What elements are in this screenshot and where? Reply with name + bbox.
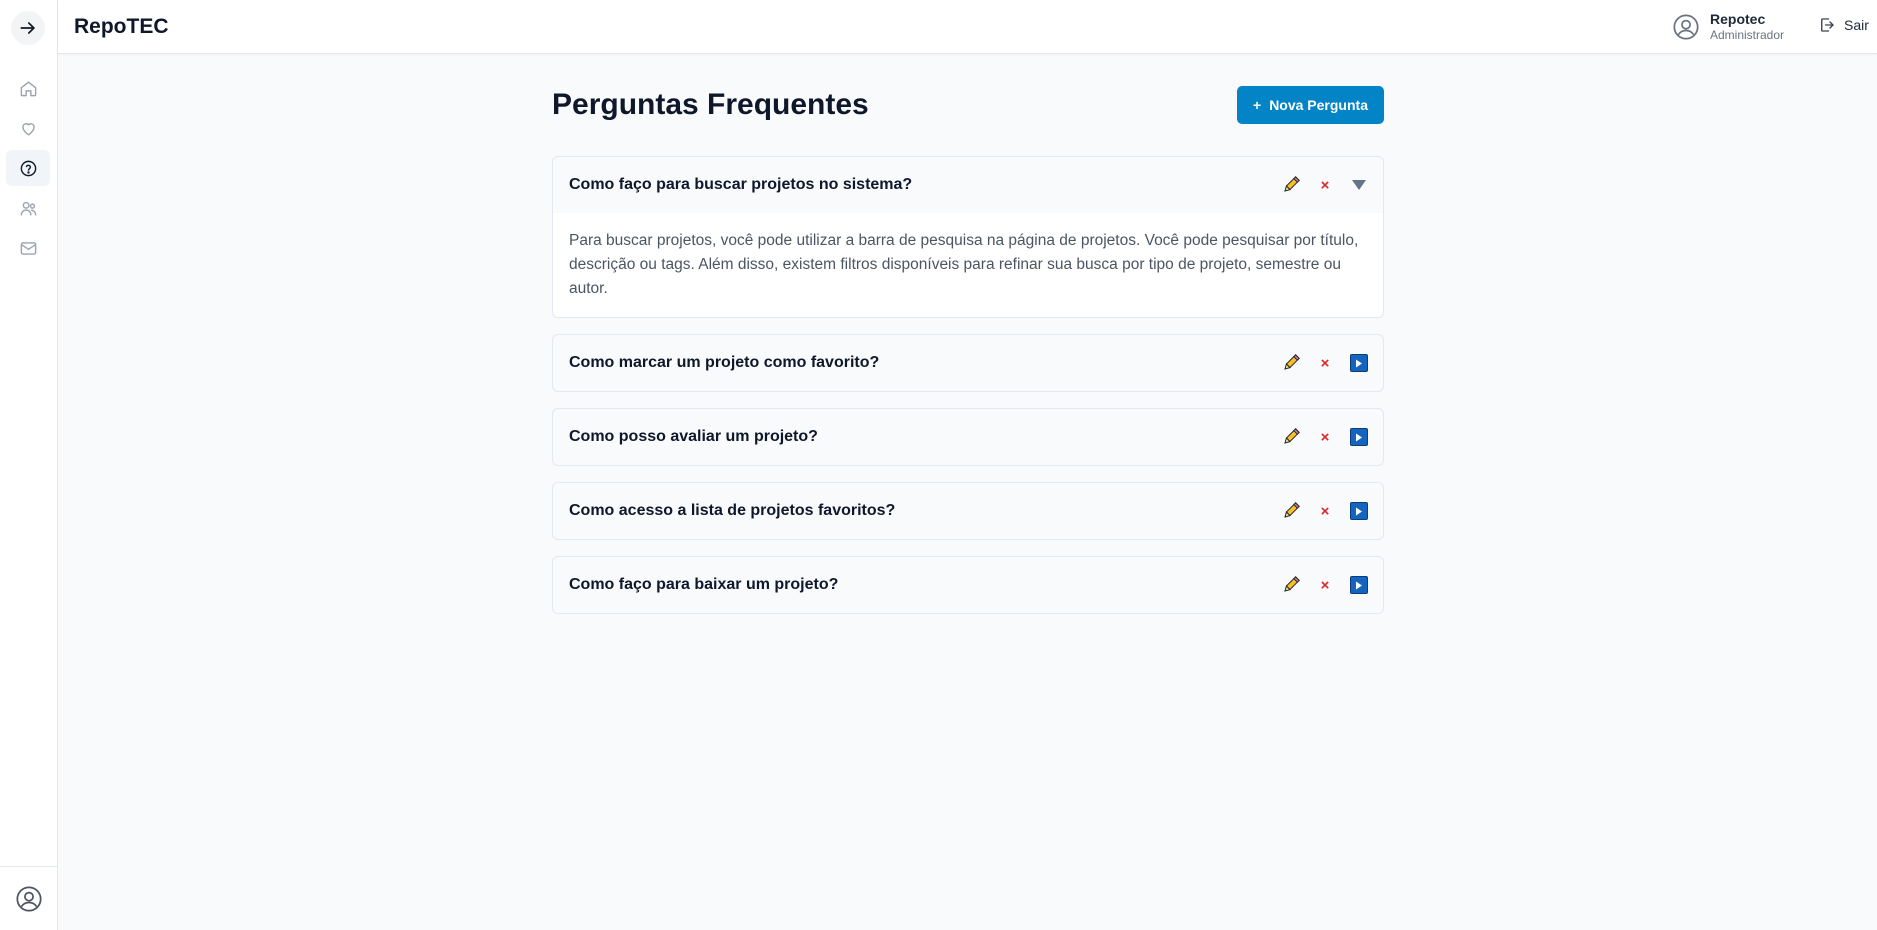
users-icon — [20, 201, 36, 216]
faq-item: Como acesso a lista de projetos favorito… — [552, 482, 1384, 540]
faq-question: Como posso avaliar um projeto? — [569, 428, 818, 445]
new-question-label: Nova Pergunta — [1269, 97, 1368, 113]
play-icon — [1350, 576, 1368, 594]
sidebar-divider — [0, 866, 58, 867]
faq-actions: × — [1281, 335, 1369, 391]
close-icon: × — [1320, 176, 1330, 194]
close-icon: × — [1320, 576, 1330, 594]
faq-actions: × — [1281, 557, 1369, 613]
mail-icon — [20, 241, 36, 255]
logout-label: Sair — [1844, 17, 1869, 33]
faq-header[interactable]: Como posso avaliar um projeto? × — [553, 409, 1383, 465]
close-icon: × — [1320, 428, 1330, 446]
delete-button[interactable]: × — [1315, 353, 1335, 373]
faq-question: Como faço para buscar projetos no sistem… — [569, 176, 913, 193]
user-circle-icon — [1673, 14, 1699, 40]
user-menu[interactable]: Repotec Administrador — [1672, 9, 1784, 45]
sidebar-toggle-button[interactable] — [11, 11, 45, 45]
faq-header[interactable]: Como marcar um projeto como favorito? × — [553, 335, 1383, 391]
delete-button[interactable]: × — [1315, 175, 1335, 195]
play-icon — [1350, 428, 1368, 446]
user-name: Repotec — [1710, 10, 1766, 27]
edit-button[interactable] — [1281, 501, 1301, 521]
top-header: RepoTEC Repotec Administrador Sair — [58, 0, 1877, 54]
delete-button[interactable]: × — [1315, 427, 1335, 447]
user-role: Administrador — [1710, 28, 1785, 43]
faq-item: Como posso avaliar um projeto? × — [552, 408, 1384, 466]
expand-toggle[interactable] — [1349, 501, 1369, 521]
plus-icon: + — [1253, 97, 1262, 113]
faq-item: Como faço para baixar um projeto? × — [552, 556, 1384, 614]
pencil-icon — [1284, 354, 1300, 370]
delete-button[interactable]: × — [1315, 501, 1335, 521]
logout-icon — [1821, 18, 1834, 32]
home-icon — [20, 80, 36, 96]
user-info: Repotec Administrador — [1710, 11, 1784, 44]
faq-question: Como marcar um projeto como favorito? — [569, 354, 880, 371]
brand-logo[interactable]: RepoTEC — [74, 15, 169, 39]
arrow-right-icon — [20, 22, 35, 34]
sidebar-item-messages[interactable] — [6, 230, 50, 266]
sidebar-item-users[interactable] — [6, 190, 50, 226]
faq-item: Como faço para buscar projetos no sistem… — [552, 156, 1384, 318]
delete-button[interactable]: × — [1315, 575, 1335, 595]
pencil-icon — [1284, 502, 1300, 518]
pencil-icon — [1284, 428, 1300, 444]
page-title: Perguntas Frequentes — [552, 88, 869, 121]
edit-button[interactable] — [1281, 175, 1301, 195]
sidebar-item-home[interactable] — [6, 70, 50, 106]
user-circle-icon — [16, 886, 42, 912]
sidebar-profile-button[interactable] — [14, 884, 44, 914]
faq-question: Como faço para baixar um projeto? — [569, 576, 839, 593]
close-icon: × — [1320, 354, 1330, 372]
expand-toggle[interactable] — [1349, 353, 1369, 373]
play-icon — [1350, 354, 1368, 372]
faq-header[interactable]: Como faço para buscar projetos no sistem… — [553, 157, 1383, 213]
sidebar-item-favorites[interactable] — [6, 110, 50, 146]
new-question-button[interactable]: + Nova Pergunta — [1237, 86, 1384, 124]
logout-button[interactable]: Sair — [1818, 16, 1869, 34]
faq-header[interactable]: Como faço para baixar um projeto? × — [553, 557, 1383, 613]
faq-item: Como marcar um projeto como favorito? × — [552, 334, 1384, 392]
expand-toggle[interactable] — [1349, 575, 1369, 595]
edit-button[interactable] — [1281, 575, 1301, 595]
faq-question: Como acesso a lista de projetos favorito… — [569, 502, 896, 519]
pencil-icon — [1284, 576, 1300, 592]
faq-actions: × — [1281, 409, 1369, 465]
triangle-down-icon — [1352, 180, 1366, 190]
play-icon — [1350, 502, 1368, 520]
heart-icon — [21, 122, 35, 136]
expand-toggle[interactable] — [1349, 427, 1369, 447]
help-circle-icon — [20, 160, 36, 176]
faq-actions: × — [1281, 483, 1369, 539]
close-icon: × — [1320, 502, 1330, 520]
sidebar — [0, 0, 58, 930]
edit-button[interactable] — [1281, 427, 1301, 447]
faq-header[interactable]: Como acesso a lista de projetos favorito… — [553, 483, 1383, 539]
pencil-icon — [1284, 176, 1300, 192]
faq-answer: Para buscar projetos, você pode utilizar… — [553, 213, 1383, 317]
sidebar-item-faq[interactable] — [6, 150, 50, 186]
collapse-toggle[interactable] — [1349, 175, 1369, 195]
faq-actions: × — [1281, 157, 1369, 213]
edit-button[interactable] — [1281, 353, 1301, 373]
